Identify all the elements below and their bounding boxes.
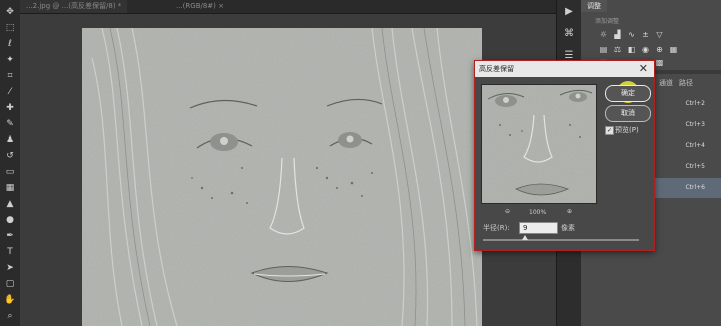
channel-mixer-icon[interactable]: ⊕ [655, 45, 664, 54]
shape-icon[interactable]: ▢ [0, 276, 20, 292]
eraser-icon[interactable]: ▭ [0, 164, 20, 180]
channel-shortcut: Ctrl+2 [685, 100, 705, 107]
ok-button[interactable]: 确定 [605, 85, 651, 102]
radius-input[interactable]: 9 [519, 222, 558, 234]
play-icon[interactable]: ▶ [557, 0, 581, 22]
channel-shortcut: Ctrl+6 [685, 184, 705, 191]
channel-row[interactable]: Ctrl+3 [651, 115, 721, 135]
color-lookup-icon[interactable]: ▦ [669, 45, 678, 54]
move-icon[interactable]: ✥ [0, 4, 20, 20]
radius-slider[interactable] [483, 235, 639, 241]
adjustments-subtitle: 添加调整 [595, 18, 620, 25]
document-tab-bar: ...2.jpg @ ...(高反差保留/8) * ...(RGB/8#) × [20, 0, 556, 14]
vibrance-icon[interactable]: ▽ [655, 30, 664, 39]
color-balance-icon[interactable]: ⚖ [613, 45, 622, 54]
zoom-controls: ⊖ 100% ⊕ [505, 208, 575, 218]
lasso-icon[interactable]: ℓ [0, 36, 20, 52]
gradient-icon[interactable]: ▦ [0, 180, 20, 196]
tab-paths[interactable]: 路径 [679, 78, 693, 88]
history-brush-icon[interactable]: ↺ [0, 148, 20, 164]
brightness-icon[interactable]: ☼ [599, 30, 608, 39]
crop-icon[interactable]: ⌗ [0, 68, 20, 84]
healing-icon[interactable]: ✚ [0, 100, 20, 116]
bw-icon[interactable]: ◧ [627, 45, 636, 54]
radius-unit: 像素 [561, 224, 575, 232]
dialog-titlebar[interactable]: 高反差保留 ✕ [475, 61, 654, 77]
channel-row[interactable]: Ctrl+4 [651, 136, 721, 156]
tab-channels[interactable]: 通道 [659, 78, 673, 88]
blur-icon[interactable]: ▲ [0, 196, 20, 212]
channel-row[interactable]: Ctrl+2 [651, 94, 721, 114]
dialog-title: 高反差保留 [479, 65, 514, 73]
tools-panel: ✥ ⬚ ℓ ✦ ⌗ ⁄ ✚ ✎ ♟ ↺ ▭ ▦ ▲ ● ✒ T ➤ ▢ ✋ ⌕ [0, 0, 21, 326]
channel-shortcut: Ctrl+3 [685, 121, 705, 128]
high-pass-dialog: 高反差保留 ✕ 确定 取消 ✓ 预览(P) ⊖ 100% ⊕ 半径(R): 9 … [474, 60, 655, 251]
radius-slider-thumb[interactable] [522, 235, 529, 240]
cancel-button[interactable]: 取消 [605, 105, 651, 122]
preview-checkbox-label: 预览(P) [615, 126, 639, 134]
radius-label: 半径(R): [483, 224, 510, 232]
path-select-icon[interactable]: ➤ [0, 260, 20, 276]
photo-filter-icon[interactable]: ◉ [641, 45, 650, 54]
hue-icon[interactable]: ▤ [599, 45, 608, 54]
document-tab-active[interactable]: ...2.jpg @ ...(高反差保留/8) * [20, 0, 128, 13]
curves-icon[interactable]: ∿ [627, 30, 636, 39]
filter-preview[interactable] [481, 84, 597, 204]
marquee-icon[interactable]: ⬚ [0, 20, 20, 36]
brush-icon[interactable]: ✎ [0, 116, 20, 132]
hand-icon[interactable]: ✋ [0, 292, 20, 308]
zoom-in-icon[interactable]: ⊕ [567, 208, 572, 215]
channel-shortcut: Ctrl+4 [685, 142, 705, 149]
zoom-out-icon[interactable]: ⊖ [505, 208, 510, 215]
exposure-icon[interactable]: ± [641, 30, 650, 39]
levels-icon[interactable]: ▟ [613, 30, 622, 39]
zoom-value: 100% [529, 209, 547, 216]
channel-row[interactable]: Ctrl+5 [651, 157, 721, 177]
zoom-icon[interactable]: ⌕ [0, 308, 20, 324]
pen-icon[interactable]: ✒ [0, 228, 20, 244]
selective-color-icon[interactable]: ▩ [655, 58, 664, 67]
eyedropper-icon[interactable]: ⁄ [0, 84, 20, 100]
preview-checkbox[interactable]: ✓ [605, 126, 614, 135]
channel-shortcut: Ctrl+5 [685, 163, 705, 170]
close-icon[interactable]: ✕ [639, 61, 648, 77]
document-tab-inactive[interactable]: ...(RGB/8#) × [170, 0, 230, 13]
clone-stamp-icon[interactable]: ♟ [0, 132, 20, 148]
history-icon[interactable]: ⌘ [557, 22, 581, 44]
adjustments-tab[interactable]: 调整 [581, 0, 607, 12]
radius-row: 半径(R): 9 像素 [479, 222, 649, 235]
dodge-icon[interactable]: ● [0, 212, 20, 228]
type-icon[interactable]: T [0, 244, 20, 260]
channel-row-selected[interactable]: Ctrl+6 [651, 178, 721, 198]
document-image [82, 28, 482, 326]
magic-wand-icon[interactable]: ✦ [0, 52, 20, 68]
